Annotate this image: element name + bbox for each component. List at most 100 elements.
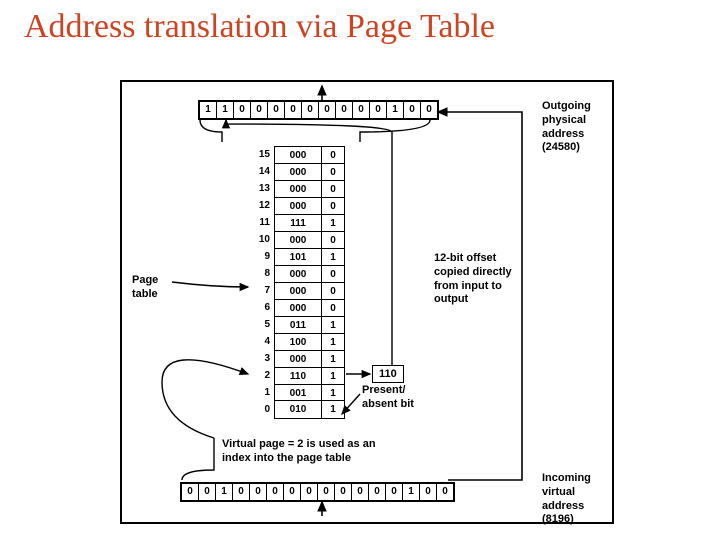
page-table-frame: 000 xyxy=(274,197,322,215)
bit-cell: 1 xyxy=(216,484,233,500)
slide-title: Address translation via Page Table xyxy=(24,8,495,46)
page-table-present: 0 xyxy=(322,146,345,164)
page-table-present: 0 xyxy=(322,231,345,249)
page-table-frame: 111 xyxy=(274,214,322,232)
page-table-frame: 010 xyxy=(274,400,322,419)
page-table-present: 0 xyxy=(322,197,345,215)
index-note-label: Virtual page = 2 is used as an index int… xyxy=(222,438,392,466)
bit-cell: 0 xyxy=(319,102,336,118)
page-table-row: 111111 xyxy=(250,214,345,231)
page-table-row: 15 0000 xyxy=(250,146,345,163)
page-table-row: 13 0000 xyxy=(250,180,345,197)
page-table-index: 11 xyxy=(250,217,270,228)
page-table-frame: 000 xyxy=(274,231,322,249)
page-table-frame: 000 xyxy=(274,265,322,283)
page-table-row: 7 0000 xyxy=(250,282,345,299)
page-table-index: 9 xyxy=(250,251,270,262)
bit-cell: 0 xyxy=(302,102,319,118)
bit-cell: 0 xyxy=(267,484,284,500)
bit-cell: 1 xyxy=(387,102,404,118)
page-table-present: 1 xyxy=(322,248,345,266)
page-table-index: 4 xyxy=(250,336,270,347)
bit-cell: 0 xyxy=(370,102,387,118)
present-bit-label: Present/ absent bit xyxy=(362,384,422,412)
page-table-row: 3 0001 xyxy=(250,350,345,367)
bit-cell: 0 xyxy=(437,484,453,500)
page-table-row: 6 0000 xyxy=(250,299,345,316)
bit-cell: 0 xyxy=(284,484,301,500)
page-table-label: Page table xyxy=(132,274,176,302)
page-table-frame: 000 xyxy=(274,180,322,198)
page-table-index: 2 xyxy=(250,370,270,381)
bit-cell: 0 xyxy=(318,484,335,500)
incoming-address-bits: 0010000000000100 xyxy=(180,482,455,502)
outgoing-address-label: Outgoing physical address (24580) xyxy=(542,100,612,155)
page-table-present: 1 xyxy=(322,333,345,351)
bit-cell: 0 xyxy=(353,102,370,118)
page-table-present: 0 xyxy=(322,163,345,181)
page-table-row: 4 1001 xyxy=(250,333,345,350)
page-table-index: 6 xyxy=(250,302,270,313)
page-table-row: 12 0000 xyxy=(250,197,345,214)
bit-cell: 1 xyxy=(200,102,217,118)
bit-cell: 0 xyxy=(233,484,250,500)
bit-cell: 0 xyxy=(250,484,267,500)
outgoing-address-bits: 11000000000100 xyxy=(198,100,439,120)
bit-cell: 0 xyxy=(268,102,285,118)
page-table-index: 3 xyxy=(250,353,270,364)
page-table-index: 7 xyxy=(250,285,270,296)
bit-cell: 0 xyxy=(251,102,268,118)
page-table-frame: 101 xyxy=(274,248,322,266)
page-table-present: 1 xyxy=(322,316,345,334)
page-table-row: 0 0101 xyxy=(250,401,345,418)
offset-copy-label: 12-bit offset copied directly from input… xyxy=(434,252,534,307)
page-table-present: 0 xyxy=(322,265,345,283)
page-table-row: 8 0000 xyxy=(250,265,345,282)
bit-cell: 0 xyxy=(420,484,437,500)
page-table-index: 5 xyxy=(250,319,270,330)
page-table-index: 10 xyxy=(250,234,270,245)
page-table-frame: 001 xyxy=(274,384,322,402)
bit-cell: 0 xyxy=(335,484,352,500)
bit-cell: 0 xyxy=(234,102,251,118)
page-table-index: 0 xyxy=(250,404,270,415)
page-table-index: 14 xyxy=(250,166,270,177)
bit-cell: 0 xyxy=(301,484,318,500)
bit-cell: 0 xyxy=(182,484,199,500)
page-table-index: 12 xyxy=(250,200,270,211)
page-table-frame: 000 xyxy=(274,146,322,164)
page-table-row: 10011 xyxy=(250,384,345,401)
bit-cell: 0 xyxy=(199,484,216,500)
page-table-frame: 000 xyxy=(274,299,322,317)
page-table-frame: 000 xyxy=(274,282,322,300)
bit-cell: 0 xyxy=(404,102,421,118)
page-table-present: 0 xyxy=(322,180,345,198)
page-table-index: 15 xyxy=(250,149,270,160)
page-table-present: 1 xyxy=(322,350,345,368)
page-table-index: 8 xyxy=(250,268,270,279)
page-table-frame: 011 xyxy=(274,316,322,334)
page-table-row: 5 0111 xyxy=(250,316,345,333)
bit-cell: 1 xyxy=(403,484,420,500)
page-table-frame: 110 xyxy=(274,367,322,385)
bit-cell: 0 xyxy=(336,102,353,118)
bit-cell: 0 xyxy=(285,102,302,118)
page-table: 1500001400001300001200001111111000009101… xyxy=(250,146,345,418)
bit-cell: 0 xyxy=(369,484,386,500)
page-table-present: 1 xyxy=(322,214,345,232)
page-table-present: 1 xyxy=(322,400,345,419)
page-table-frame: 000 xyxy=(274,163,322,181)
diagram-frame: 11000000000100 0010000000000100 15000014… xyxy=(120,80,614,524)
bit-cell: 0 xyxy=(352,484,369,500)
page-table-row: 10 0000 xyxy=(250,231,345,248)
lookup-result-box: 110 xyxy=(372,365,404,383)
page-table-present: 0 xyxy=(322,282,345,300)
bit-cell: 0 xyxy=(386,484,403,500)
page-table-row: 14 0000 xyxy=(250,163,345,180)
page-table-frame: 000 xyxy=(274,350,322,368)
page-table-index: 13 xyxy=(250,183,270,194)
page-table-present: 0 xyxy=(322,299,345,317)
bit-cell: 0 xyxy=(421,102,437,118)
page-table-frame: 100 xyxy=(274,333,322,351)
page-table-index: 1 xyxy=(250,387,270,398)
